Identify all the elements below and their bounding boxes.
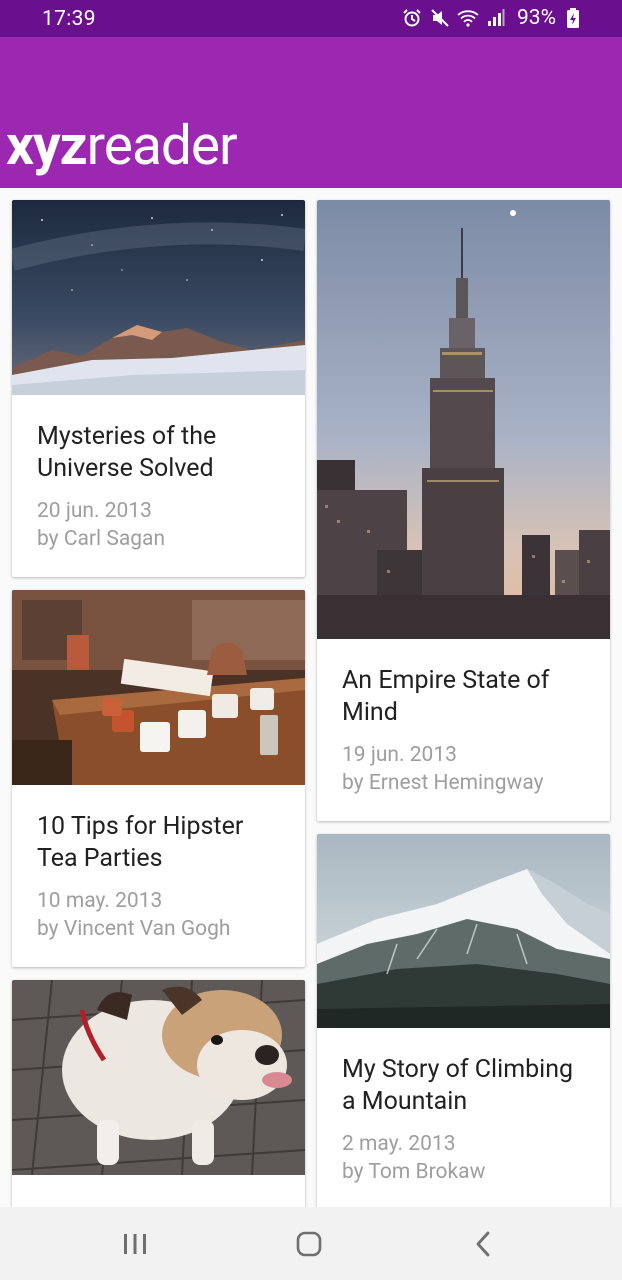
article-date: 20 jun. 2013 <box>37 499 152 523</box>
article-card[interactable]: My Story of Climbing a Mountain 2 may. 2… <box>317 834 610 1207</box>
home-icon <box>296 1231 322 1257</box>
battery-percent: 93% <box>517 6 556 30</box>
back-icon <box>476 1231 490 1257</box>
snowy-mountain-image <box>317 834 610 1028</box>
back-button[interactable] <box>463 1224 503 1264</box>
status-time: 17:39 <box>42 7 96 31</box>
tea-cups-table-image <box>12 590 305 785</box>
starry-mountain-image <box>12 200 305 395</box>
app-bar: xyzreader <box>0 37 622 188</box>
recents-icon <box>124 1234 146 1254</box>
navigation-bar <box>0 1207 622 1280</box>
article-title: 10 Tips for Hipster Tea Parties <box>37 812 244 873</box>
alarm-icon <box>401 7 423 29</box>
logo-light-text: reader <box>86 114 238 178</box>
article-date: 10 may. 2013 <box>37 889 163 913</box>
recents-button[interactable] <box>115 1224 155 1264</box>
article-author: by Vincent Van Gogh <box>37 917 231 941</box>
article-card[interactable]: Mysteries of the Universe Solved 20 jun.… <box>12 200 305 577</box>
article-date: 2 may. 2013 <box>342 1132 456 1156</box>
article-title: Mysteries of the Universe Solved <box>37 422 217 483</box>
app-logo: xyzreader <box>6 119 238 174</box>
article-author: by Ernest Hemingway <box>342 771 544 795</box>
article-title: My Story of Climbing a Mountain <box>342 1055 574 1116</box>
article-card[interactable] <box>12 980 305 1207</box>
status-icons: 93% <box>401 6 584 30</box>
empire-state-building-image <box>317 200 610 639</box>
status-bar: 17:39 93% <box>0 0 622 37</box>
article-card[interactable]: An Empire State of Mind 19 jun. 2013 by … <box>317 200 610 821</box>
wifi-icon <box>457 7 479 29</box>
article-title: An Empire State of Mind <box>342 666 550 727</box>
article-grid: Mysteries of the Universe Solved 20 jun.… <box>0 188 622 1207</box>
article-date: 19 jun. 2013 <box>342 743 457 767</box>
signal-icon <box>485 7 507 29</box>
article-card[interactable]: 10 Tips for Hipster Tea Parties 10 may. … <box>12 590 305 967</box>
article-author: by Carl Sagan <box>37 527 166 551</box>
logo-bold-text: xyz <box>6 114 88 178</box>
article-author: by Tom Brokaw <box>342 1160 486 1184</box>
bulldog-image <box>12 980 305 1175</box>
battery-charging-icon <box>562 7 584 29</box>
mute-icon <box>429 7 451 29</box>
home-button[interactable] <box>289 1224 329 1264</box>
